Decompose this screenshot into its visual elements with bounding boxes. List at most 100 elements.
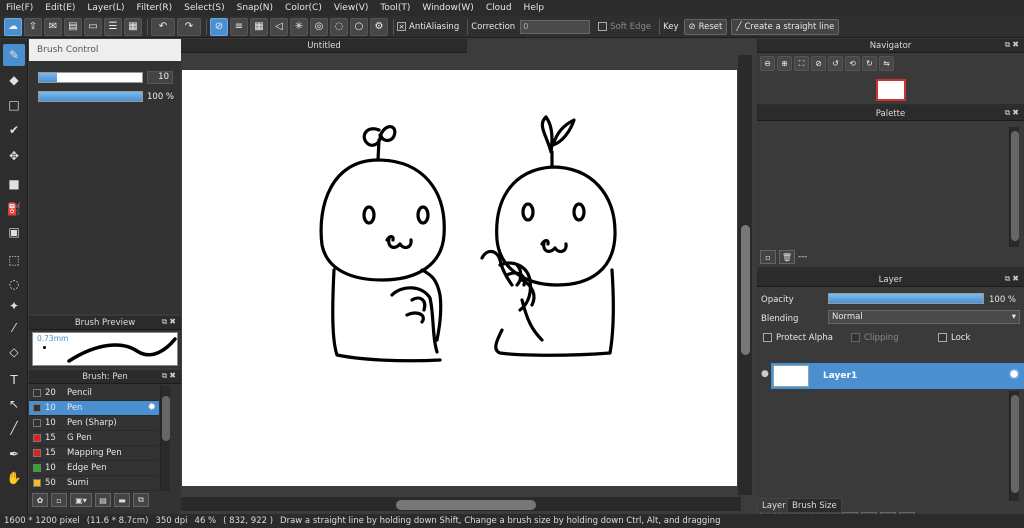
protect-alpha-checkbox[interactable]: [763, 333, 772, 342]
folder-icon[interactable]: ▬: [114, 493, 130, 507]
brush-size-value[interactable]: 10: [147, 71, 173, 84]
brush-item[interactable]: 50 Sumi: [29, 476, 159, 491]
tab-brush-size[interactable]: Brush Size: [787, 498, 842, 513]
fill-rect-tool-icon[interactable]: ■: [3, 173, 25, 195]
text-tool-icon[interactable]: T: [3, 369, 25, 391]
undo-icon[interactable]: ↶: [151, 17, 175, 36]
antialiasing-checkbox[interactable]: ×: [397, 22, 406, 31]
panel-controls-icon[interactable]: ⧉✖: [1005, 274, 1021, 284]
new-brush-icon[interactable]: ▫: [51, 493, 67, 507]
zoom-out-icon[interactable]: ⊖: [760, 56, 775, 71]
soft-edge-checkbox[interactable]: [598, 22, 608, 31]
magic-wand-tool-icon[interactable]: ✦: [3, 295, 25, 317]
panel-controls-icon[interactable]: ⧉✖: [1005, 108, 1021, 118]
save-icon[interactable]: ▭: [84, 17, 102, 36]
layer-scroll-thumb[interactable]: [1011, 395, 1019, 493]
layer-row[interactable]: Layer1 ✹: [771, 363, 1024, 389]
reset-view-icon[interactable]: ⟲: [845, 56, 860, 71]
brush-size-slider[interactable]: [38, 72, 143, 83]
layer-opacity-slider[interactable]: [828, 293, 984, 304]
rect-select-tool-icon[interactable]: □: [3, 94, 25, 116]
lasso-tool-icon[interactable]: ◌: [3, 273, 25, 295]
snap-grid-icon[interactable]: ▦: [250, 17, 268, 36]
add-brush-dropdown-icon[interactable]: ▣▾: [70, 493, 92, 507]
menu-snap[interactable]: Snap(N): [231, 3, 279, 13]
menu-window[interactable]: Window(W): [416, 3, 479, 13]
lock-option[interactable]: Lock: [938, 333, 970, 343]
brush-item[interactable]: 15 G Pen: [29, 431, 159, 446]
menu-tool[interactable]: Tool(T): [374, 3, 416, 13]
snap-curve-icon[interactable]: ◌: [330, 17, 348, 36]
menu-filter[interactable]: Filter(R): [131, 3, 179, 13]
check-tool-icon[interactable]: ✔: [3, 119, 25, 141]
palette-scroll-thumb[interactable]: [1011, 131, 1019, 241]
brush-list-scrollbar[interactable]: [160, 386, 170, 491]
rotate-left-icon[interactable]: ↺: [828, 56, 843, 71]
select-pen-tool-icon[interactable]: ⁄: [3, 317, 25, 339]
select-eraser-tool-icon[interactable]: ◇: [3, 341, 25, 363]
delete-color-icon[interactable]: 🗑: [779, 250, 795, 264]
tab-layer[interactable]: Layer: [757, 498, 791, 513]
gear-icon[interactable]: ✹: [148, 402, 156, 413]
clipping-option[interactable]: Clipping: [851, 333, 899, 343]
brush-settings-icon[interactable]: ✿: [32, 493, 48, 507]
panel-controls-icon[interactable]: ⧉✖: [162, 317, 178, 327]
menu-view[interactable]: View(V): [328, 3, 375, 13]
snap-ellipse-icon[interactable]: ○: [350, 17, 368, 36]
protect-alpha-option[interactable]: Protect Alpha: [763, 333, 833, 343]
clipping-checkbox[interactable]: [851, 333, 860, 342]
add-color-icon[interactable]: ▫: [760, 250, 776, 264]
zoom-actual-icon[interactable]: ⊘: [811, 56, 826, 71]
rotate-right-icon[interactable]: ↻: [862, 56, 877, 71]
select-tool-icon[interactable]: ⬚: [3, 249, 25, 271]
panel-controls-icon[interactable]: ⧉✖: [162, 371, 178, 381]
fit-icon[interactable]: ⛶: [794, 56, 809, 71]
zoom-in-icon[interactable]: ⊕: [777, 56, 792, 71]
document-tab[interactable]: Untitled: [181, 39, 467, 53]
eraser-tool-icon[interactable]: ◆: [3, 69, 25, 91]
snap-parallel-icon[interactable]: ≡: [230, 17, 248, 36]
menu-cloud[interactable]: Cloud: [480, 3, 518, 13]
divide-tool-icon[interactable]: ╱: [3, 417, 25, 439]
document-icon[interactable]: ▤: [64, 17, 82, 36]
layer-scrollbar[interactable]: [1009, 391, 1019, 501]
lock-checkbox[interactable]: [938, 333, 947, 342]
snap-vanish-icon[interactable]: ◁: [270, 17, 288, 36]
flip-icon[interactable]: ⇋: [879, 56, 894, 71]
hand-tool-icon[interactable]: ✋: [3, 467, 25, 489]
snap-settings-icon[interactable]: ⚙: [370, 17, 388, 36]
eyedropper-tool-icon[interactable]: ✒: [3, 443, 25, 465]
canvas-vertical-scroll-thumb[interactable]: [741, 225, 750, 355]
move-tool-icon[interactable]: ✥: [3, 145, 25, 167]
drawing-canvas[interactable]: [182, 70, 737, 486]
correction-select[interactable]: 0: [520, 19, 591, 34]
brush-item-selected[interactable]: 10 Pen ✹: [29, 401, 159, 416]
eye-icon[interactable]: ●: [761, 369, 769, 379]
menu-layer[interactable]: Layer(L): [81, 3, 130, 13]
brush-item[interactable]: 15 Mapping Pen: [29, 446, 159, 461]
reset-button[interactable]: ⊘ Reset: [683, 18, 728, 35]
brush-item[interactable]: 10 Edge Pen: [29, 461, 159, 476]
export-icon[interactable]: ▦: [124, 17, 142, 36]
palette-scrollbar[interactable]: [1009, 127, 1019, 247]
share-icon[interactable]: ⇪: [24, 17, 42, 36]
snap-circle-icon[interactable]: ◎: [310, 17, 328, 36]
menu-color[interactable]: Color(C): [279, 3, 328, 13]
chat-icon[interactable]: ✉: [44, 17, 62, 36]
list-icon[interactable]: ☰: [104, 17, 122, 36]
create-straight-line-button[interactable]: ╱ Create a straight line: [731, 18, 840, 35]
brush-list-scroll-thumb[interactable]: [162, 396, 170, 441]
brush-item[interactable]: 10 Pen (Sharp): [29, 416, 159, 431]
menu-edit[interactable]: Edit(E): [39, 3, 81, 13]
navigator-thumbnail[interactable]: [876, 79, 906, 101]
snap-radial-icon[interactable]: ✳: [290, 17, 308, 36]
bucket-tool-icon[interactable]: ⛽: [3, 198, 25, 220]
brush-opacity-slider[interactable]: [38, 91, 143, 102]
cloud-icon[interactable]: ☁: [4, 17, 22, 36]
brush-tool-icon[interactable]: ✎: [3, 44, 25, 66]
brush-item[interactable]: 20 Pencil: [29, 386, 159, 401]
canvas-horizontal-scroll-thumb[interactable]: [396, 500, 536, 510]
menu-select[interactable]: Select(S): [178, 3, 231, 13]
copy-brush-icon[interactable]: ▤: [95, 493, 111, 507]
redo-icon[interactable]: ↷: [177, 17, 201, 36]
